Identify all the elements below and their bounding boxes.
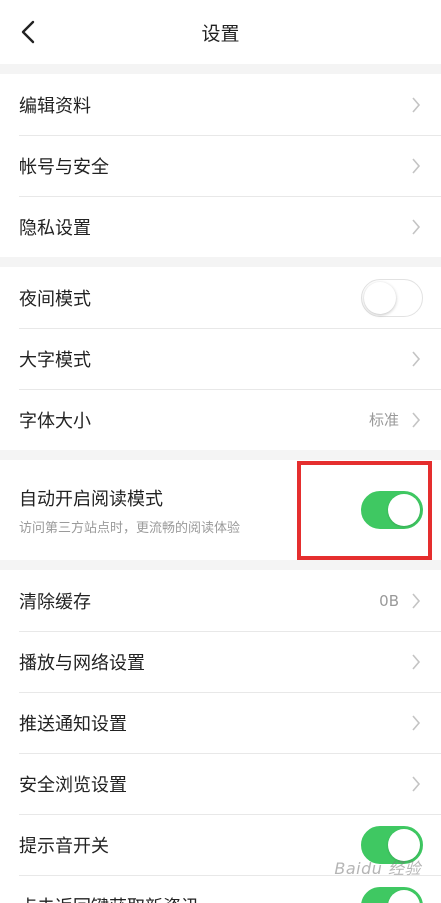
row-large-text-mode[interactable]: 大字模式 <box>0 328 441 389</box>
back-button[interactable] <box>14 18 42 46</box>
row-font-size[interactable]: 字体大小 标准 <box>0 389 441 450</box>
font-size-value: 标准 <box>368 411 399 429</box>
row-label: 夜间模式 <box>19 288 91 310</box>
header-bar: 设置 <box>0 0 441 64</box>
chevron-right-icon <box>409 713 423 733</box>
row-safe-browsing[interactable]: 安全浏览设置 <box>0 753 441 814</box>
row-account-security[interactable]: 帐号与安全 <box>0 135 441 196</box>
chevron-right-icon <box>409 591 423 611</box>
chevron-right-icon <box>409 410 423 430</box>
row-subtitle: 访问第三方站点时，更流畅的阅读体验 <box>19 520 241 536</box>
settings-screen: 设置 编辑资料 帐号与安全 隐私设置 夜间模式 大字模式 字体大小 标准 自动开… <box>0 0 441 903</box>
back-key-refresh-toggle[interactable] <box>361 886 423 903</box>
row-right: 0B <box>379 591 423 611</box>
row-back-key-refresh: 点击返回键获取新资讯 <box>0 875 441 903</box>
row-playback-network[interactable]: 播放与网络设置 <box>0 631 441 692</box>
row-label: 大字模式 <box>19 349 91 371</box>
row-label: 提示音开关 <box>19 835 109 857</box>
watermark: Baidu 经验 <box>334 859 421 878</box>
row-label: 安全浏览设置 <box>19 774 127 796</box>
group-display: 夜间模式 大字模式 字体大小 标准 <box>0 267 441 450</box>
toggle-knob <box>364 281 396 314</box>
chevron-right-icon <box>409 774 423 794</box>
toggle-knob <box>388 889 420 903</box>
group-general: 清除缓存 0B 播放与网络设置 推送通知设置 安全浏览设置 提示音开关 <box>0 570 441 903</box>
chevron-left-icon <box>21 20 35 44</box>
night-mode-toggle[interactable] <box>361 278 423 317</box>
chevron-right-icon <box>409 652 423 672</box>
row-right: 标准 <box>369 409 423 430</box>
chevron-right-icon <box>409 95 423 115</box>
row-text: 自动开启阅读模式 访问第三方站点时，更流畅的阅读体验 <box>19 485 240 536</box>
row-label: 推送通知设置 <box>19 713 127 735</box>
row-label: 帐号与安全 <box>19 156 109 178</box>
page-title: 设置 <box>201 22 240 45</box>
row-label: 点击返回键获取新资讯 <box>19 893 199 903</box>
chevron-right-icon <box>409 217 423 237</box>
row-label: 自动开启阅读模式 <box>19 488 163 510</box>
row-push-notifications[interactable]: 推送通知设置 <box>0 692 441 753</box>
highlight-box <box>297 461 432 560</box>
row-privacy-settings[interactable]: 隐私设置 <box>0 196 441 257</box>
row-edit-profile[interactable]: 编辑资料 <box>0 74 441 135</box>
row-night-mode: 夜间模式 <box>0 267 441 328</box>
row-label: 播放与网络设置 <box>19 652 145 674</box>
chevron-right-icon <box>409 349 423 369</box>
row-label: 隐私设置 <box>19 217 91 239</box>
row-label: 清除缓存 <box>19 591 91 613</box>
row-clear-cache[interactable]: 清除缓存 0B <box>0 570 441 631</box>
group-account: 编辑资料 帐号与安全 隐私设置 <box>0 74 441 257</box>
chevron-right-icon <box>409 156 423 176</box>
row-label: 字体大小 <box>19 410 91 432</box>
row-label: 编辑资料 <box>19 95 91 117</box>
cache-size-value: 0B <box>379 591 399 610</box>
